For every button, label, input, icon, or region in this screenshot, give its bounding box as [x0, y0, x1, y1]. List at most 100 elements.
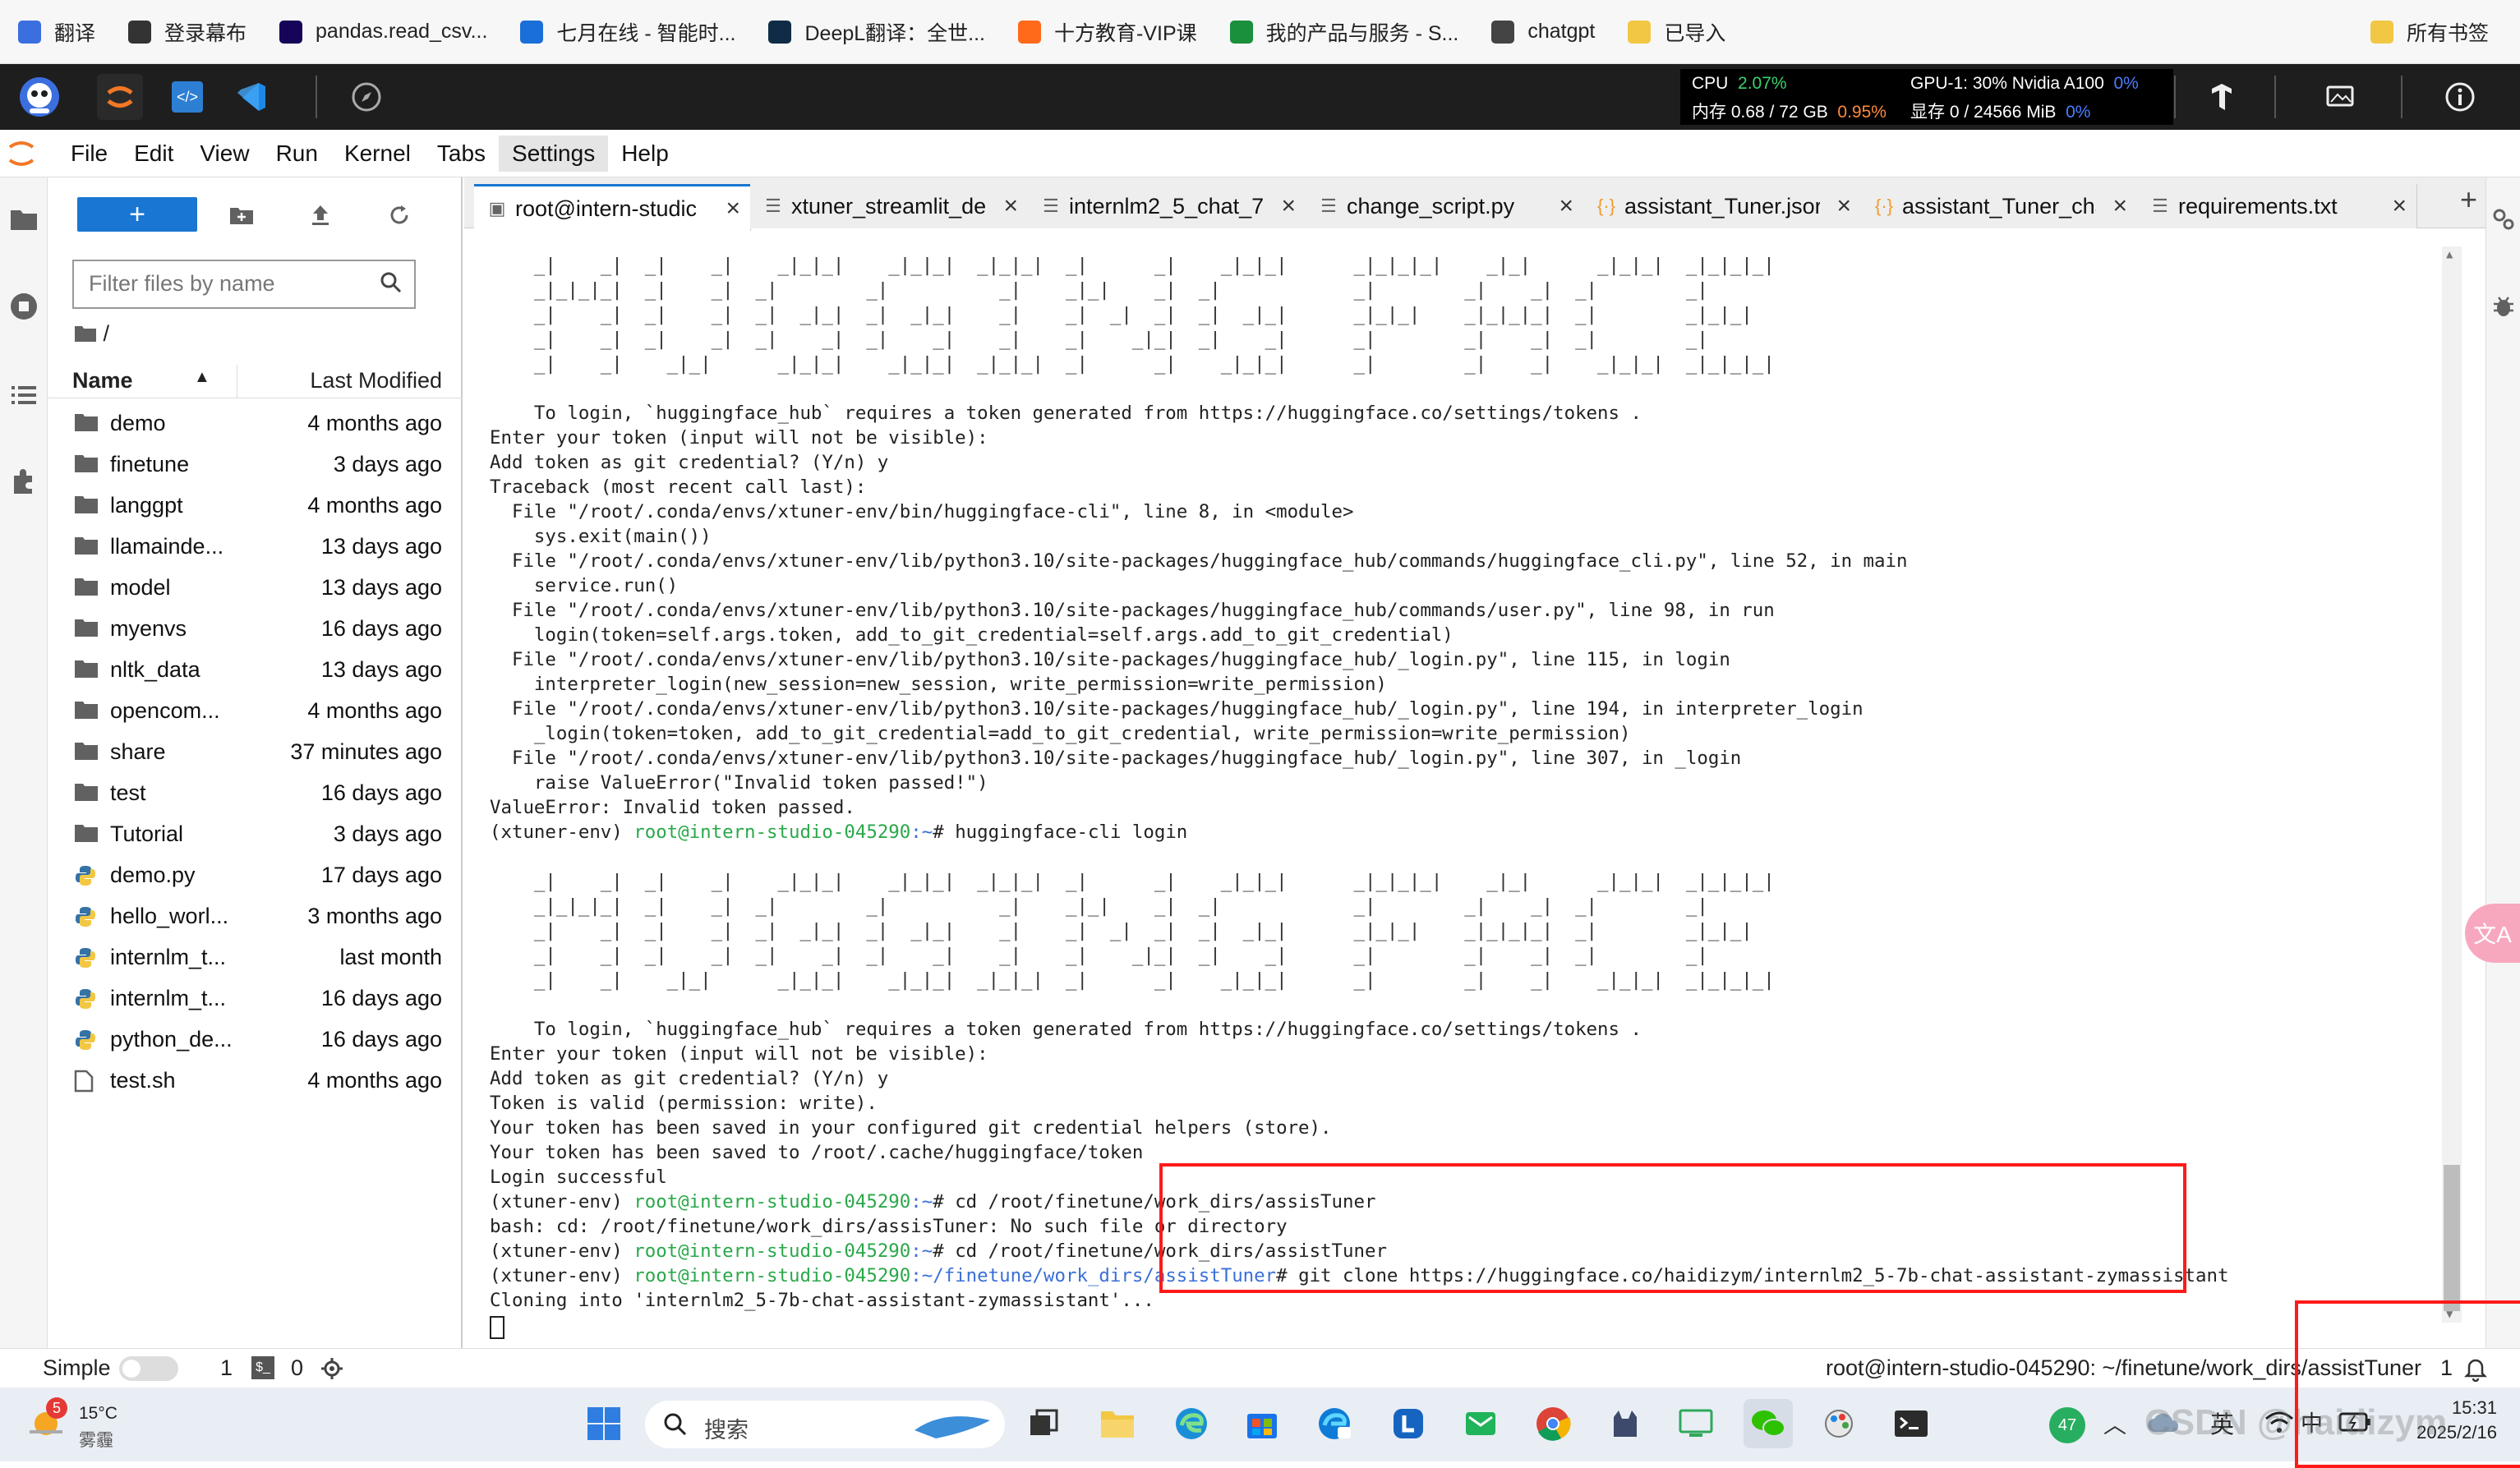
add-tab-icon[interactable]: +: [2460, 182, 2477, 217]
terminal-scrollbar[interactable]: ▲ ▼: [2442, 246, 2462, 1323]
tab-item[interactable]: {·} assistant_Tuner_cha ×: [1861, 184, 2138, 228]
file-list-item[interactable]: test 16 days ago: [48, 774, 463, 814]
paint-app-icon[interactable]: [1816, 1399, 1865, 1448]
wechat-icon[interactable]: [1744, 1399, 1793, 1448]
breadcrumb-root[interactable]: /: [104, 321, 110, 346]
menu-kernel[interactable]: Kernel: [331, 136, 424, 172]
upload-icon[interactable]: [304, 199, 337, 232]
chrome-icon[interactable]: [1528, 1399, 1578, 1448]
jupyter-icon[interactable]: [97, 74, 143, 120]
compass-icon[interactable]: [343, 74, 389, 120]
menu-settings[interactable]: Settings: [499, 135, 609, 172]
tab-item[interactable]: ☰ requirements.txt ×: [2137, 184, 2417, 228]
kernel-gear-icon[interactable]: [320, 1357, 343, 1380]
tensorflow-icon[interactable]: [2199, 74, 2245, 120]
bookmark-item[interactable]: 登录幕布: [110, 0, 261, 64]
file-list-item[interactable]: internlm_t... last month: [48, 938, 463, 978]
new-launcher-button[interactable]: +: [77, 197, 197, 232]
close-tab-icon[interactable]: ×: [2112, 192, 2127, 220]
bookmark-item[interactable]: pandas.read_csv...: [261, 0, 502, 64]
kernels-count[interactable]: 0: [291, 1355, 303, 1381]
menu-view[interactable]: View: [187, 136, 262, 172]
bookmark-item[interactable]: DeepL翻译：全世...: [750, 0, 1000, 64]
property-inspector-icon[interactable]: [2490, 205, 2518, 237]
tab-item[interactable]: ▣ root@intern-studic ×: [474, 184, 751, 231]
bookmark-item[interactable]: 七月在线 - 智能时...: [502, 0, 750, 64]
weather-widget[interactable]: 5 15°C 雾霾: [25, 1397, 117, 1450]
file-list-item[interactable]: demo.py 17 days ago: [48, 856, 463, 896]
close-tab-icon[interactable]: ×: [726, 195, 740, 223]
menu-edit[interactable]: Edit: [121, 136, 187, 172]
terminals-count[interactable]: 1: [220, 1355, 233, 1381]
edge-ai-icon[interactable]: [1310, 1399, 1359, 1448]
windows-start-icon[interactable]: [579, 1399, 629, 1448]
file-list-item[interactable]: hello_worl... 3 months ago: [48, 897, 463, 937]
new-folder-icon[interactable]: [225, 199, 258, 232]
code-editor-icon[interactable]: </>: [164, 74, 210, 120]
file-explorer-icon[interactable]: [1093, 1399, 1142, 1448]
file-list-item[interactable]: langgpt 4 months ago: [48, 486, 463, 527]
menu-tabs[interactable]: Tabs: [424, 136, 499, 172]
close-tab-icon[interactable]: ×: [1559, 192, 1573, 220]
menu-run[interactable]: Run: [263, 136, 331, 172]
info-icon[interactable]: [2437, 74, 2483, 120]
menu-help[interactable]: Help: [608, 136, 682, 172]
image-monitor-icon[interactable]: [2317, 74, 2363, 120]
bookmark-item[interactable]: chatgpt: [1473, 0, 1610, 64]
tray-badge-icon[interactable]: 47: [2049, 1407, 2085, 1443]
file-list-item[interactable]: demo 4 months ago: [48, 404, 463, 444]
bookmark-item[interactable]: 翻译: [0, 0, 110, 64]
microsoft-store-icon[interactable]: [1237, 1399, 1287, 1448]
close-tab-icon[interactable]: ×: [1836, 192, 1851, 220]
filter-files-input[interactable]: Filter files by name: [72, 260, 416, 309]
name-column-header[interactable]: Name: [72, 368, 133, 393]
file-list-item[interactable]: internlm_t... 16 days ago: [48, 979, 463, 1019]
file-list-item[interactable]: myenvs 16 days ago: [48, 610, 463, 650]
refresh-icon[interactable]: [383, 199, 416, 232]
file-list-item[interactable]: finetune 3 days ago: [48, 445, 463, 485]
terminal-scrollbar-thumb[interactable]: [2444, 1165, 2460, 1311]
vscode-icon[interactable]: [228, 74, 274, 120]
file-browser-icon[interactable]: [7, 202, 41, 237]
file-list-item[interactable]: opencom... 4 months ago: [48, 692, 463, 732]
menu-file[interactable]: File: [58, 136, 121, 172]
remote-desktop-icon[interactable]: [1671, 1399, 1721, 1448]
close-tab-icon[interactable]: ×: [1003, 192, 1018, 220]
close-tab-icon[interactable]: ×: [1281, 192, 1296, 220]
tab-item[interactable]: ☰ change_script.py ×: [1306, 184, 1584, 228]
file-list-item[interactable]: Tutorial 3 days ago: [48, 815, 463, 855]
terminal-app-icon[interactable]: [1887, 1399, 1936, 1448]
simple-mode-toggle[interactable]: [119, 1356, 178, 1381]
file-list-item[interactable]: llamainde... 13 days ago: [48, 527, 463, 568]
task-view-icon[interactable]: [1019, 1399, 1068, 1448]
mail-app-icon[interactable]: [1456, 1399, 1505, 1448]
file-list-item[interactable]: model 13 days ago: [48, 568, 463, 609]
last-modified-column-header[interactable]: Last Modified: [310, 368, 442, 393]
tab-item[interactable]: ☰ internlm2_5_chat_7 ×: [1028, 184, 1306, 228]
all-bookmarks[interactable]: 所有书签: [2352, 0, 2504, 64]
tab-item[interactable]: ☰ xtuner_streamlit_de ×: [750, 184, 1029, 228]
bookmark-item[interactable]: 我的产品与服务 - S...: [1212, 0, 1474, 64]
edge-browser-icon[interactable]: [1167, 1399, 1216, 1448]
file-list-item[interactable]: test.sh 4 months ago: [48, 1061, 463, 1102]
table-of-contents-icon[interactable]: [7, 378, 41, 412]
breadcrumb[interactable]: /: [74, 321, 109, 347]
intern-logo-icon[interactable]: [16, 74, 62, 120]
debugger-icon[interactable]: [2490, 292, 2518, 324]
running-kernels-icon[interactable]: [7, 289, 41, 324]
sort-ascending-icon[interactable]: ▲: [194, 368, 210, 387]
terminal-status-icon[interactable]: $_: [251, 1356, 274, 1379]
cat-app-icon[interactable]: [1601, 1399, 1650, 1448]
scroll-up-icon[interactable]: ▲: [2446, 248, 2453, 261]
bookmark-item[interactable]: 已导入: [1610, 0, 1740, 64]
translate-float-button[interactable]: 文A: [2465, 904, 2520, 963]
file-list-item[interactable]: share 37 minutes ago: [48, 733, 463, 773]
extensions-icon[interactable]: [7, 463, 41, 498]
file-list-item[interactable]: nltk_data 13 days ago: [48, 651, 463, 691]
chevron-up-icon[interactable]: ︿: [2103, 1407, 2126, 1440]
taskbar-search-box[interactable]: 搜索: [645, 1401, 1005, 1448]
bookmark-item[interactable]: 十方教育-VIP课: [1000, 0, 1212, 64]
file-list-item[interactable]: python_de... 16 days ago: [48, 1020, 463, 1061]
close-tab-icon[interactable]: ×: [2392, 192, 2407, 220]
tab-item[interactable]: {·} assistant_Tuner.jsor ×: [1583, 184, 1862, 228]
